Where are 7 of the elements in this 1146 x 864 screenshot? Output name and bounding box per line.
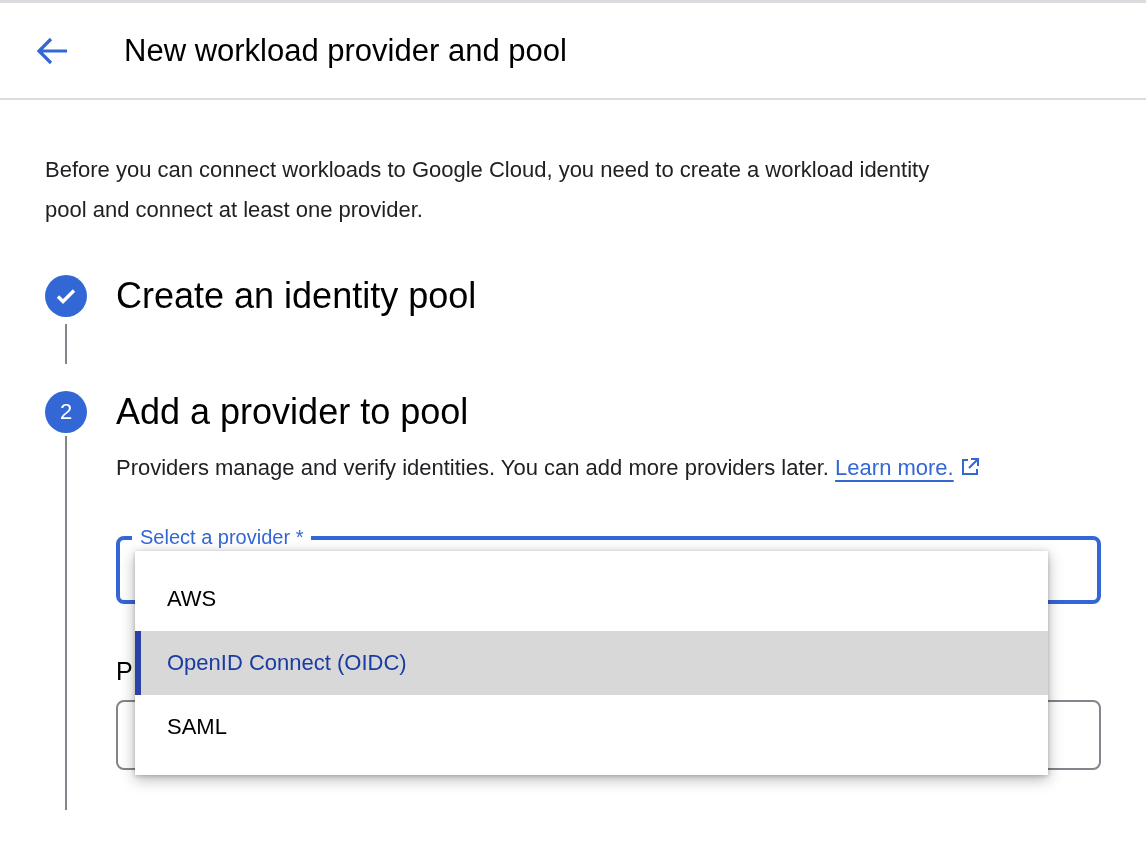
step-number: 2 — [45, 391, 87, 433]
step-title: Create an identity pool — [116, 274, 478, 318]
step-title: Add a provider to pool — [116, 390, 470, 434]
intro-text: Before you can connect workloads to Google Cloud, you need to create a workload identity pool and connect at least one provider. — [45, 156, 931, 224]
page-title: New workload provider and pool — [124, 32, 567, 69]
section-heading: P — [116, 656, 133, 687]
description-text: Providers manage and verify identities. You can add more providers later. Learn more. — [116, 448, 1016, 488]
